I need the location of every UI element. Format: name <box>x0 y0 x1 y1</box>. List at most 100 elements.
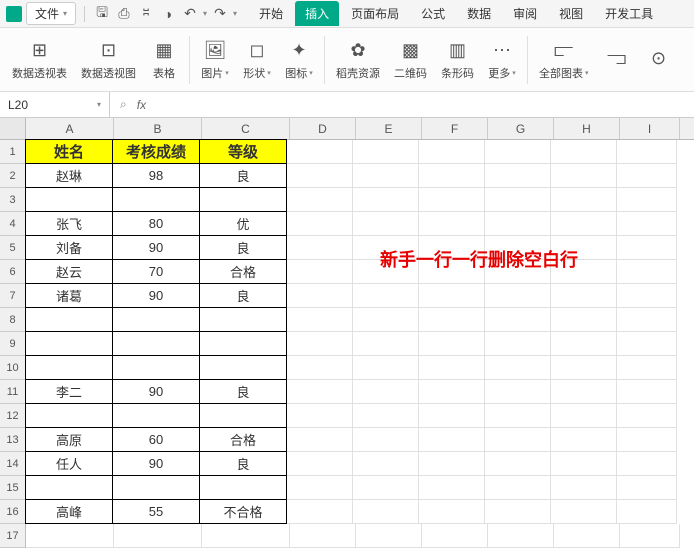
cell-D10[interactable] <box>287 356 353 380</box>
cell-B6[interactable]: 70 <box>112 259 200 284</box>
cell-I2[interactable] <box>617 164 677 188</box>
cell-E16[interactable] <box>353 500 419 524</box>
cell-I10[interactable] <box>617 356 677 380</box>
cell-A2[interactable]: 赵琳 <box>25 163 113 188</box>
cell-E5[interactable] <box>353 236 419 260</box>
select-all-corner[interactable] <box>0 118 26 139</box>
chevron-down-icon[interactable]: ▾ <box>233 9 237 18</box>
tab-公式[interactable]: 公式 <box>411 1 455 26</box>
col-header-I[interactable]: I <box>620 118 680 139</box>
row-header-4[interactable]: 4 <box>0 212 26 236</box>
cell-I8[interactable] <box>617 308 677 332</box>
tab-开发工具[interactable]: 开发工具 <box>595 1 663 26</box>
cell-I11[interactable] <box>617 380 677 404</box>
cell-B13[interactable]: 60 <box>112 427 200 452</box>
cell-F13[interactable] <box>419 428 485 452</box>
cell-H8[interactable] <box>551 308 617 332</box>
tab-插入[interactable]: 插入 <box>295 1 339 26</box>
cell-A6[interactable]: 赵云 <box>25 259 113 284</box>
cell-E2[interactable] <box>353 164 419 188</box>
cell-D4[interactable] <box>287 212 353 236</box>
cell-G8[interactable] <box>485 308 551 332</box>
cell-I5[interactable] <box>617 236 677 260</box>
cell-E9[interactable] <box>353 332 419 356</box>
cell-G10[interactable] <box>485 356 551 380</box>
cell-D12[interactable] <box>287 404 353 428</box>
cell-E4[interactable] <box>353 212 419 236</box>
ribbon-数据透视图[interactable]: ⊡数据透视图 <box>75 37 142 83</box>
save-as-icon[interactable]: ⎙ <box>115 5 133 23</box>
row-header-12[interactable]: 12 <box>0 404 26 428</box>
cell-B14[interactable]: 90 <box>112 451 200 476</box>
cell-F3[interactable] <box>419 188 485 212</box>
ribbon-图标[interactable]: ✦图标▾ <box>279 37 319 83</box>
cell-I4[interactable] <box>617 212 677 236</box>
cell-A13[interactable]: 高原 <box>25 427 113 452</box>
cell-H16[interactable] <box>551 500 617 524</box>
cell-F14[interactable] <box>419 452 485 476</box>
cell-H12[interactable] <box>551 404 617 428</box>
cell-I16[interactable] <box>617 500 677 524</box>
cell-A5[interactable]: 刘备 <box>25 235 113 260</box>
cell-F10[interactable] <box>419 356 485 380</box>
cell-F6[interactable] <box>419 260 485 284</box>
cell-E7[interactable] <box>353 284 419 308</box>
cell-H1[interactable] <box>551 140 617 164</box>
cell-B2[interactable]: 98 <box>112 163 200 188</box>
cell-B16[interactable]: 55 <box>112 499 200 524</box>
cell-H15[interactable] <box>551 476 617 500</box>
cell-I17[interactable] <box>620 524 680 548</box>
cell-G12[interactable] <box>485 404 551 428</box>
tab-数据[interactable]: 数据 <box>457 1 501 26</box>
cell-A11[interactable]: 李二 <box>25 379 113 404</box>
col-header-A[interactable]: A <box>26 118 114 139</box>
tab-页面布局[interactable]: 页面布局 <box>341 1 409 26</box>
ribbon-表格[interactable]: ▦表格 <box>144 37 184 83</box>
cell-D9[interactable] <box>287 332 353 356</box>
cell-G16[interactable] <box>485 500 551 524</box>
row-header-17[interactable]: 17 <box>0 524 26 548</box>
cell-B7[interactable]: 90 <box>112 283 200 308</box>
cell-B11[interactable]: 90 <box>112 379 200 404</box>
cell-G1[interactable] <box>485 140 551 164</box>
cell-G9[interactable] <box>485 332 551 356</box>
cell-B4[interactable]: 80 <box>112 211 200 236</box>
cell-A8[interactable] <box>25 307 113 332</box>
cell-C7[interactable]: 良 <box>199 283 287 308</box>
row-header-5[interactable]: 5 <box>0 236 26 260</box>
cell-D13[interactable] <box>287 428 353 452</box>
row-header-14[interactable]: 14 <box>0 452 26 476</box>
cell-H13[interactable] <box>551 428 617 452</box>
tab-审阅[interactable]: 审阅 <box>503 1 547 26</box>
cell-H11[interactable] <box>551 380 617 404</box>
cell-E11[interactable] <box>353 380 419 404</box>
cell-G15[interactable] <box>485 476 551 500</box>
cell-E15[interactable] <box>353 476 419 500</box>
cell-G11[interactable] <box>485 380 551 404</box>
cell-C9[interactable] <box>199 331 287 356</box>
formula-area[interactable]: ⌕ fx <box>110 97 156 112</box>
cell-A3[interactable] <box>25 187 113 212</box>
cell-E17[interactable] <box>356 524 422 548</box>
cell-E10[interactable] <box>353 356 419 380</box>
save-icon[interactable]: 🖫 <box>93 5 111 23</box>
print-icon[interactable]: ⎶ <box>137 5 155 23</box>
cell-D15[interactable] <box>287 476 353 500</box>
cell-D11[interactable] <box>287 380 353 404</box>
cell-G13[interactable] <box>485 428 551 452</box>
cell-I7[interactable] <box>617 284 677 308</box>
cell-A9[interactable] <box>25 331 113 356</box>
cell-F7[interactable] <box>419 284 485 308</box>
col-header-F[interactable]: F <box>422 118 488 139</box>
row-header-11[interactable]: 11 <box>0 380 26 404</box>
cell-C4[interactable]: 优 <box>199 211 287 236</box>
cell-H2[interactable] <box>551 164 617 188</box>
cell-F9[interactable] <box>419 332 485 356</box>
cell-G2[interactable] <box>485 164 551 188</box>
cell-E13[interactable] <box>353 428 419 452</box>
ribbon-条形码[interactable]: ▥条形码 <box>435 37 480 83</box>
cell-B12[interactable] <box>112 403 200 428</box>
preview-icon[interactable]: ◑ <box>159 5 177 23</box>
ribbon-item12[interactable]: ⊙ <box>639 45 679 75</box>
cell-I12[interactable] <box>617 404 677 428</box>
